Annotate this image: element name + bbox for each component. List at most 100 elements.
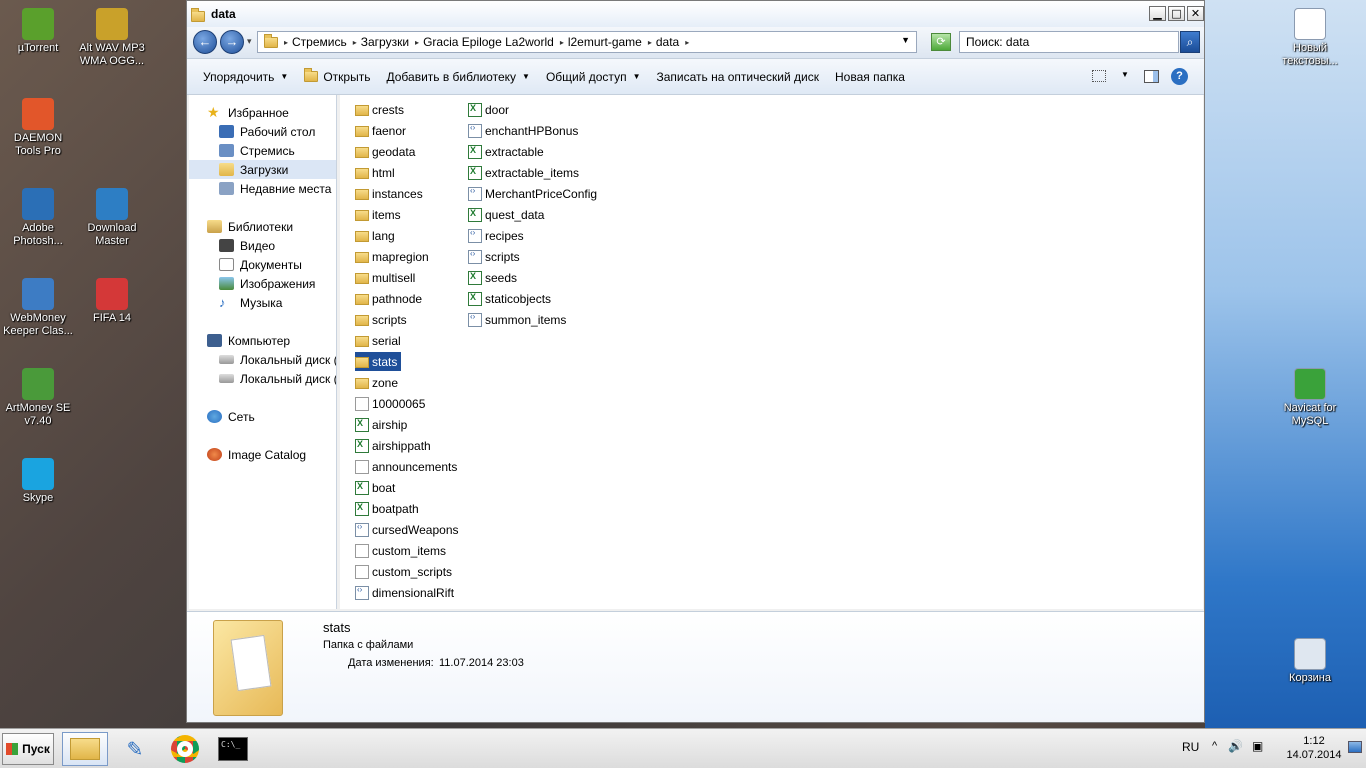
file-item[interactable]: boatpath [355,499,423,518]
folder-item[interactable]: stats [355,352,402,371]
breadcrumb-segment[interactable]: Gracia Epiloge La2world [423,35,554,49]
nav-recent-places[interactable]: Недавние места [189,179,336,198]
nav-drive-c[interactable]: Локальный диск (C [189,350,336,369]
folder-item[interactable]: multisell [355,268,419,287]
desktop-shortcut[interactable]: FIFA 14 [74,278,150,325]
desktop-shortcut[interactable]: Skype [0,458,76,505]
file-item[interactable]: MerchantPriceConfig [468,184,601,203]
nav-music[interactable]: ♪ Музыка [189,293,336,312]
folder-item[interactable]: pathnode [355,289,426,308]
file-item[interactable]: custom_items [355,541,450,560]
breadcrumb-separator-icon[interactable]: ▸ [415,38,419,47]
folder-item[interactable]: mapregion [355,247,433,266]
file-item[interactable]: airship [355,415,411,434]
nav-desktop[interactable]: Рабочий стол [189,122,336,141]
folder-item[interactable]: lang [355,226,399,245]
desktop-shortcut[interactable]: µTorrent [0,8,76,55]
desktop-shortcut[interactable]: DAEMON Tools Pro [0,98,76,158]
file-item[interactable]: quest_data [468,205,548,224]
new-folder-button[interactable]: Новая папка [827,70,913,84]
desktop-shortcut[interactable]: Корзина [1272,638,1348,685]
folder-item[interactable]: crests [355,100,408,119]
file-item[interactable]: door [468,100,513,119]
nav-documents[interactable]: Документы [189,255,336,274]
file-item[interactable]: dimensionalRift [355,583,458,602]
breadcrumb-segment[interactable]: Стремись [292,35,347,49]
close-button[interactable]: ✕ [1187,6,1204,21]
nav-pictures[interactable]: Изображения [189,274,336,293]
taskbar-feather[interactable]: ✎ [112,732,158,766]
breadcrumb-segment[interactable]: data [656,35,679,49]
file-item[interactable]: custom_scripts [355,562,456,581]
nav-downloads[interactable]: Загрузки [189,160,336,179]
search-input[interactable]: Поиск: data [959,31,1179,53]
folder-item[interactable]: instances [355,184,427,203]
file-item[interactable]: recipes [468,226,528,245]
file-item[interactable]: enchantHPBonus [468,121,582,140]
maximize-button[interactable]: □ [1168,6,1185,21]
file-item[interactable]: staticobjects [468,289,555,308]
file-item[interactable]: summon_items [468,310,570,329]
desktop-shortcut[interactable]: Новый текстовы... [1272,8,1348,68]
view-dropdown[interactable]: ▼ [1121,70,1129,79]
file-item[interactable]: seeds [468,268,521,287]
breadcrumb-separator-icon[interactable]: ▸ [648,38,652,47]
desktop-shortcut[interactable]: Navicat for MySQL [1272,368,1348,428]
recent-pages-dropdown[interactable]: ▾ [247,36,252,47]
nav-network[interactable]: Сеть [189,407,336,426]
breadcrumb-separator-icon[interactable]: ▸ [353,38,357,47]
breadcrumb-separator-icon[interactable]: ▸ [685,38,689,47]
file-item[interactable]: scripts [468,247,524,266]
refresh-button[interactable]: ⟳ [931,33,951,51]
add-to-library-button[interactable]: Добавить в библиотеку ▼ [378,70,537,84]
desktop-shortcut[interactable]: Download Master [74,188,150,248]
file-item[interactable]: announcements [355,457,461,476]
folder-item[interactable]: scripts [355,310,411,329]
taskbar-explorer[interactable] [62,732,108,766]
nav-stremis[interactable]: Стремись [189,141,336,160]
file-item[interactable]: extractable_items [468,163,583,182]
show-desktop-button[interactable] [1348,741,1362,753]
back-button[interactable]: ← [193,30,217,54]
nav-video[interactable]: Видео [189,236,336,255]
folder-item[interactable]: serial [355,331,405,350]
nav-libraries[interactable]: Библиотеки [189,217,336,236]
volume-icon[interactable]: 🔊 [1228,739,1243,753]
nav-drive-e[interactable]: Локальный диск (E [189,369,336,388]
breadcrumb[interactable]: ▸ Стремись ▸ Загрузки ▸ Gracia Epiloge La2wor… [257,31,917,53]
taskbar-cmd[interactable]: C:\_ [210,732,256,766]
file-item[interactable]: cursedWeapons [355,520,463,539]
folder-item[interactable]: faenor [355,121,410,140]
help-button[interactable]: ? [1171,68,1188,85]
folder-item[interactable]: zone [355,373,402,392]
minimize-button[interactable]: ▁ [1149,6,1166,21]
network-tray-icon[interactable]: ▣ [1252,739,1263,753]
organize-button[interactable]: Упорядочить ▼ [195,70,296,84]
show-hidden-icons[interactable]: ^ [1212,740,1217,752]
file-item[interactable]: 10000065 [355,394,429,413]
desktop-shortcut[interactable]: Alt WAV MP3 WMA OGG... [74,8,150,68]
breadcrumb-segment[interactable]: Загрузки [361,35,409,49]
file-item[interactable]: airshippath [355,436,435,455]
preview-pane-icon[interactable] [1144,70,1159,83]
address-dropdown[interactable]: ▼ [901,35,910,45]
forward-button[interactable]: → [220,30,244,54]
burn-button[interactable]: Записать на оптический диск [648,70,827,84]
desktop-shortcut[interactable]: WebMoney Keeper Clas... [0,278,76,338]
file-item[interactable]: extractable [468,142,548,161]
title-bar[interactable]: data ▁ □ ✕ [187,1,1204,27]
desktop-shortcut[interactable]: ArtMoney SE v7.40 [0,368,76,428]
breadcrumb-separator-icon[interactable]: ▸ [560,38,564,47]
breadcrumb-separator-icon[interactable]: ▸ [284,38,288,47]
view-options-icon[interactable] [1092,70,1106,82]
folder-item[interactable]: items [355,205,405,224]
file-item[interactable]: boat [355,478,399,497]
clock[interactable]: 1:12 14.07.2014 [1282,734,1346,762]
nav-favorites[interactable]: ★ Избранное [189,103,336,122]
start-button[interactable]: Пуск [2,733,54,765]
language-indicator[interactable]: RU [1182,740,1199,754]
search-icon[interactable]: ⌕ [1180,31,1200,53]
folder-item[interactable]: html [355,163,399,182]
share-button[interactable]: Общий доступ ▼ [538,70,649,84]
nav-computer[interactable]: Компьютер [189,331,336,350]
